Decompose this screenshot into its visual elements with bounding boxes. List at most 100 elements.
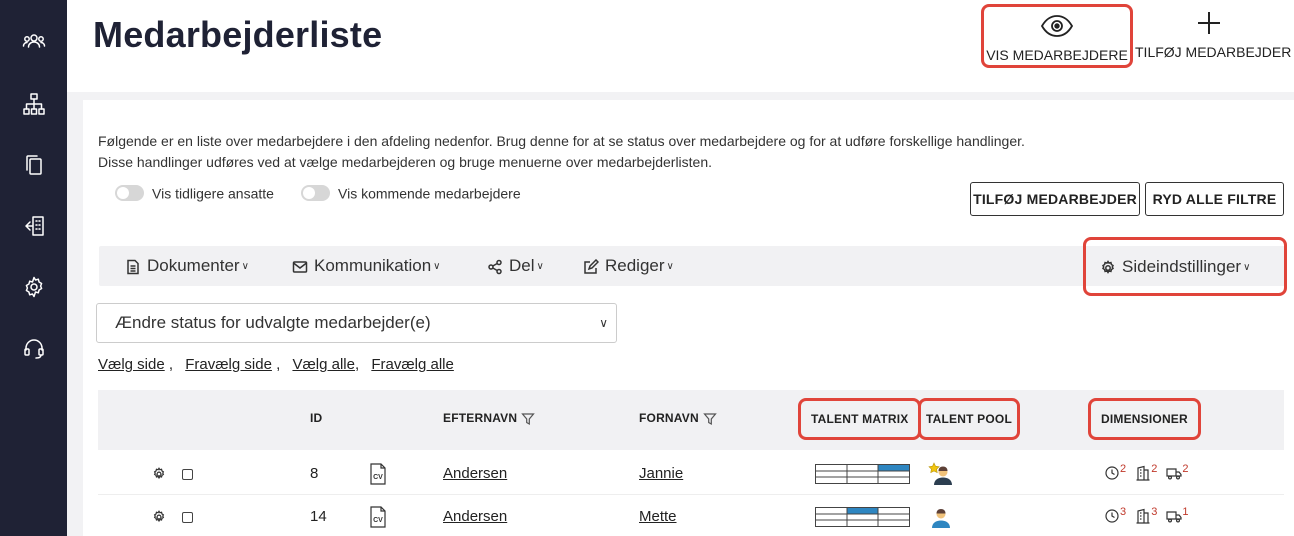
- lastname-link[interactable]: Andersen: [443, 508, 507, 525]
- star-person-icon: [928, 462, 952, 486]
- toggle-former-employees[interactable]: Vis tidligere ansatte: [115, 184, 274, 204]
- documents-menu[interactable]: Dokumenter ∨: [125, 246, 249, 286]
- lastname-link[interactable]: Andersen: [443, 465, 507, 482]
- col-id[interactable]: ID: [310, 390, 322, 450]
- col-firstname[interactable]: FORNAVN: [639, 390, 717, 450]
- dimensions-cell: 3 3 1: [1104, 495, 1195, 536]
- col-lastname-label: EFTERNAVN: [443, 411, 518, 425]
- filter-icon[interactable]: [703, 412, 717, 426]
- row-checkbox[interactable]: [182, 495, 193, 536]
- cell-lastname[interactable]: Andersen: [443, 452, 507, 495]
- page-settings-label: Sideindstillinger: [1122, 257, 1242, 276]
- dim-count: 2: [1151, 463, 1158, 475]
- users-icon[interactable]: [22, 29, 46, 53]
- firstname-link[interactable]: Mette: [639, 508, 677, 525]
- chevron-down-icon: ∨: [241, 260, 249, 272]
- dim-count: 2: [1120, 463, 1127, 475]
- change-status-select[interactable]: Ændre status for udvalgte medarbejder(e)…: [96, 303, 617, 343]
- deselect-all-link[interactable]: Fravælg alle: [371, 356, 454, 373]
- cell-id: 14: [310, 508, 327, 525]
- filter-icon[interactable]: [521, 412, 536, 426]
- share-menu[interactable]: Del ∨: [487, 246, 544, 286]
- toggle-upcoming-employees[interactable]: Vis kommende medarbejdere: [301, 184, 521, 204]
- gear-icon[interactable]: [22, 275, 46, 299]
- communication-menu[interactable]: Kommunikation ∨: [292, 246, 441, 286]
- org-chart-icon[interactable]: [22, 92, 46, 116]
- edit-menu[interactable]: Rediger ∨: [583, 246, 674, 286]
- plus-icon: [1135, 8, 1283, 38]
- intro-line-1: Følgende er en liste over medarbejdere i…: [98, 133, 1025, 149]
- firstname-link[interactable]: Jannie: [639, 465, 683, 482]
- dim-count: 3: [1151, 506, 1158, 518]
- col-dimensions[interactable]: DIMENSIONER: [1088, 398, 1201, 440]
- gear-icon: [1102, 259, 1114, 274]
- truck-icon[interactable]: [1166, 465, 1182, 481]
- add-employee-top-button[interactable]: TILFØJ MEDARBEJDER: [1135, 4, 1292, 68]
- svg-text:CV: CV: [373, 517, 383, 524]
- main-panel: Følgende er en liste over medarbejdere i…: [83, 100, 1294, 536]
- clock-icon[interactable]: [1104, 465, 1120, 481]
- cv-icon[interactable]: CV: [369, 452, 387, 495]
- col-talent-matrix[interactable]: TALENT MATRIX: [798, 398, 922, 440]
- toggle-switch[interactable]: [301, 185, 330, 202]
- clear-filters-button[interactable]: RYD ALLE FILTRE: [1145, 182, 1284, 216]
- communication-menu-label: Kommunikation: [314, 256, 432, 275]
- talent-pool-cell[interactable]: [928, 452, 954, 495]
- toggle-switch[interactable]: [115, 185, 144, 202]
- change-status-value: Ændre status for udvalgte medarbejder(e): [115, 313, 431, 332]
- headset-icon[interactable]: [22, 336, 46, 360]
- row-settings[interactable]: [152, 495, 166, 536]
- dim-count: 3: [1120, 506, 1127, 518]
- gear-icon: [153, 510, 165, 523]
- col-firstname-label: FORNAVN: [639, 411, 699, 425]
- add-employee-button[interactable]: TILFØJ MEDARBEJDER: [970, 182, 1140, 216]
- chevron-down-icon: ∨: [666, 260, 674, 272]
- documents-menu-label: Dokumenter: [147, 256, 240, 275]
- share-menu-label: Del: [509, 256, 535, 275]
- building-icon[interactable]: [1135, 465, 1151, 481]
- edit-menu-label: Rediger: [605, 256, 665, 275]
- intro-line-2: Disse handlinger udføres ved at vælge me…: [98, 154, 713, 170]
- dim-count: 1: [1182, 506, 1189, 518]
- deselect-page-link[interactable]: Fravælg side: [185, 356, 272, 373]
- select-all-link[interactable]: Vælg alle: [292, 356, 355, 373]
- talent-pool-cell[interactable]: [928, 495, 954, 536]
- documents-icon[interactable]: [22, 153, 46, 177]
- page-title: Medarbejderliste: [93, 14, 383, 55]
- separator: ,: [164, 356, 174, 373]
- share-icon: [488, 259, 502, 274]
- building-icon[interactable]: [1135, 508, 1151, 524]
- page-settings-menu[interactable]: Sideindstillinger ∨: [1100, 247, 1250, 287]
- cell-lastname[interactable]: Andersen: [443, 495, 507, 536]
- gear-icon: [153, 467, 165, 480]
- separator: ,: [354, 356, 360, 373]
- col-lastname[interactable]: EFTERNAVN: [443, 390, 536, 450]
- row-settings[interactable]: [152, 452, 166, 495]
- view-employees-button[interactable]: VIS MEDARBEJDERE: [981, 4, 1133, 68]
- intro-text: Følgende er en liste over medarbejdere i…: [98, 131, 1025, 173]
- checkbox[interactable]: [182, 468, 193, 480]
- add-employee-top-label: TILFØJ MEDARBEJDER: [1135, 44, 1292, 60]
- dimensions-cell: 2 2 2: [1104, 452, 1195, 495]
- selection-links: Vælg side , Fravælg side , Vælg alle, Fr…: [98, 356, 454, 373]
- chevron-down-icon: ∨: [536, 260, 544, 272]
- checkbox[interactable]: [182, 511, 193, 523]
- cell-firstname[interactable]: Mette: [639, 495, 677, 536]
- svg-text:CV: CV: [373, 474, 383, 481]
- mail-icon: [292, 260, 308, 273]
- truck-icon[interactable]: [1166, 508, 1182, 524]
- col-talent-pool[interactable]: TALENT POOL: [918, 398, 1020, 440]
- clock-icon[interactable]: [1104, 508, 1120, 524]
- cell-firstname[interactable]: Jannie: [639, 452, 683, 495]
- row-checkbox[interactable]: [182, 452, 193, 495]
- toggle-label: Vis tidligere ansatte: [152, 185, 274, 202]
- cell-id: 8: [310, 465, 319, 482]
- cv-icon[interactable]: CV: [369, 495, 387, 536]
- talent-matrix-grid[interactable]: [815, 464, 910, 484]
- table-row: 14 CV Andersen Mette 3 3 1: [98, 495, 1284, 536]
- talent-matrix-grid[interactable]: [815, 507, 910, 527]
- select-page-link[interactable]: Vælg side: [98, 356, 165, 373]
- building-exit-icon[interactable]: [22, 214, 46, 238]
- person-icon: [932, 509, 950, 529]
- table-row: 8 CV Andersen Jannie 2 2 2: [98, 452, 1284, 495]
